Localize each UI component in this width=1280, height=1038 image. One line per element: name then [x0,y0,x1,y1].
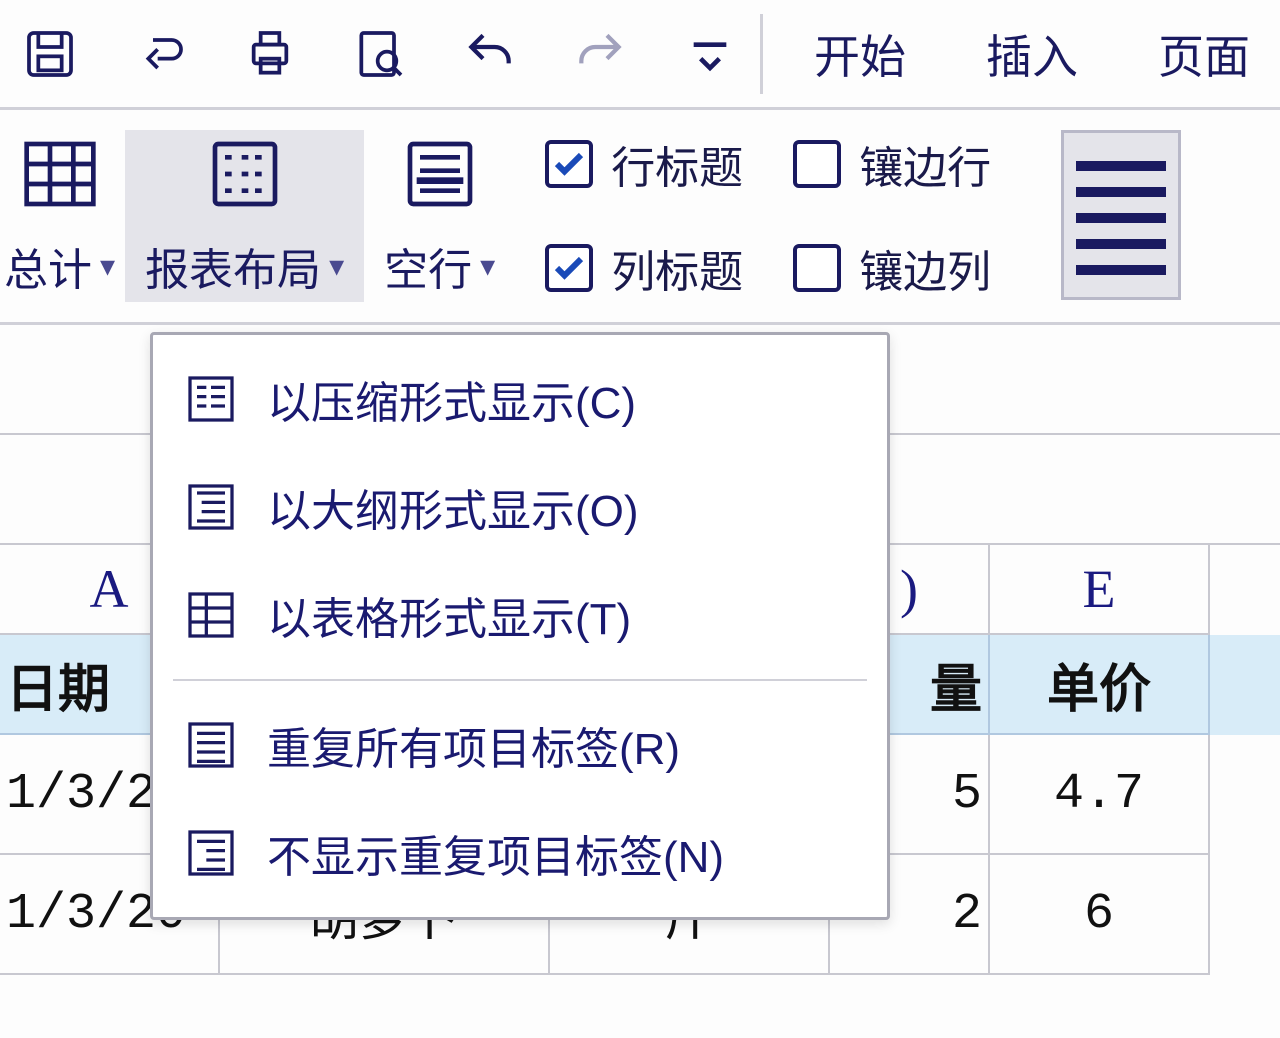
cell-price[interactable]: 4.7 [990,735,1210,855]
menu-repeat-labels[interactable]: 重复所有项目标签(R) [153,691,887,799]
pivot-style-options: 行标题 镶边行 列标题 镶边列 [515,130,1021,302]
row-header-checkbox[interactable]: 行标题 [545,132,743,196]
outline-layout-icon [183,479,239,535]
tab-insert[interactable]: 插入 [986,21,1078,87]
menu-norepeat-label: 不显示重复项目标签(N) [267,821,724,885]
menu-tabular-label: 以表格形式显示(T) [267,583,631,647]
report-layout-icon [205,134,285,214]
menu-compact[interactable]: 以压缩形式显示(C) [153,345,887,453]
report-layout-label: 报表布局 [145,234,321,298]
report-layout-menu: 以压缩形式显示(C) 以大纲形式显示(O) 以表格形式显示(T) 重复所有项目标… [150,332,890,920]
toolbar-divider [760,14,763,94]
blank-row-label: 空行 [384,234,472,298]
checkbox-empty-icon [793,244,841,292]
banded-row-label: 镶边行 [859,132,991,196]
column-header-e[interactable]: E [990,545,1210,635]
qat-icon-group [20,24,740,84]
ribbon: 总计▾ 报表布局▾ 空行▾ 行标题 镶边行 列标题 镶边列 [0,110,1280,325]
save-icon[interactable] [20,24,80,84]
blank-row-button[interactable]: 空行▾ [364,130,515,302]
tab-page[interactable]: 页面 [1158,21,1250,87]
pivot-style-preview[interactable] [1061,130,1181,300]
menu-tabular[interactable]: 以表格形式显示(T) [153,561,887,669]
menu-norepeat-labels[interactable]: 不显示重复项目标签(N) [153,799,887,907]
norepeat-labels-icon [183,825,239,881]
compact-layout-icon [183,371,239,427]
menu-separator [173,679,867,681]
menu-outline[interactable]: 以大纲形式显示(O) [153,453,887,561]
totals-icon [20,134,100,214]
repeat-labels-icon [183,717,239,773]
report-layout-button[interactable]: 报表布局▾ [125,130,364,302]
chevron-down-icon: ▾ [100,249,115,284]
customize-icon[interactable] [680,24,740,84]
tab-start[interactable]: 开始 [814,21,906,87]
undo-icon[interactable] [460,24,520,84]
row-header-label: 行标题 [611,132,743,196]
totals-label: 总计 [4,234,92,298]
checkbox-checked-icon [545,244,593,292]
quick-access-toolbar: 开始 插入 页面 [0,0,1280,110]
menu-repeat-label: 重复所有项目标签(R) [267,713,680,777]
loop-icon[interactable] [130,24,190,84]
preview-icon[interactable] [350,24,410,84]
print-icon[interactable] [240,24,300,84]
col-header-checkbox[interactable]: 列标题 [545,236,743,300]
banded-row-checkbox[interactable]: 镶边行 [793,132,991,196]
chevron-down-icon: ▾ [329,249,344,284]
banded-col-label: 镶边列 [859,236,991,300]
banded-col-checkbox[interactable]: 镶边列 [793,236,991,300]
totals-button[interactable]: 总计▾ [0,130,125,302]
blank-row-icon [400,134,480,214]
redo-icon[interactable] [570,24,630,84]
chevron-down-icon: ▾ [480,249,495,284]
checkbox-empty-icon [793,140,841,188]
tabular-layout-icon [183,587,239,643]
cell-price[interactable]: 6 [990,855,1210,975]
header-price[interactable]: 单价 [990,635,1210,735]
menu-outline-label: 以大纲形式显示(O) [267,475,639,539]
checkbox-checked-icon [545,140,593,188]
col-header-label: 列标题 [611,236,743,300]
menu-compact-label: 以压缩形式显示(C) [267,367,636,431]
ribbon-tabs: 开始 插入 页面 [814,0,1280,107]
